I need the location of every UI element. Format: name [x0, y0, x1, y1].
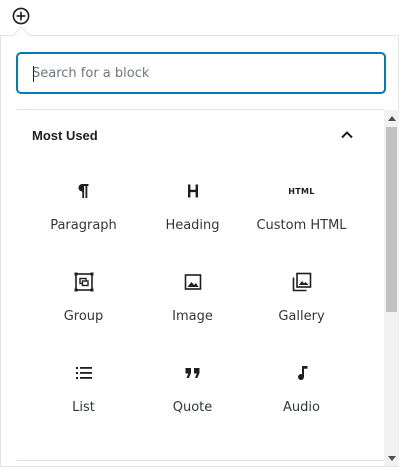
plus-circle-icon — [12, 7, 30, 25]
block-group[interactable]: Group — [29, 262, 138, 353]
block-label: Heading — [165, 218, 220, 233]
block-gallery[interactable]: Gallery — [247, 262, 356, 353]
section-title: Most Used — [32, 127, 98, 143]
block-label: Gallery — [278, 309, 325, 324]
block-paragraph[interactable]: Paragraph — [29, 171, 138, 262]
block-heading[interactable]: Heading — [138, 171, 247, 262]
block-inserter-panel: Most Used Paragraph Heading HTML — [0, 35, 399, 467]
top-bar — [0, 0, 401, 36]
group-icon — [72, 270, 96, 294]
paragraph-icon — [72, 179, 96, 203]
block-list[interactable]: List — [29, 353, 138, 444]
html-icon: HTML — [288, 179, 315, 203]
html-icon-text: HTML — [288, 186, 315, 196]
image-icon — [181, 270, 205, 294]
block-image[interactable]: Image — [138, 262, 247, 353]
audio-icon — [290, 361, 314, 385]
heading-icon — [181, 179, 205, 203]
block-grid: Paragraph Heading HTML Custom HTML Group… — [29, 171, 355, 444]
block-label: Audio — [283, 400, 320, 415]
block-quote[interactable]: Quote — [138, 353, 247, 444]
list-icon — [72, 361, 96, 385]
search-input[interactable] — [17, 53, 385, 93]
block-label: Image — [172, 309, 213, 324]
block-custom-html[interactable]: HTML Custom HTML — [247, 171, 356, 262]
block-label: List — [72, 400, 95, 415]
block-label: Group — [63, 309, 104, 324]
scrollbar[interactable] — [384, 110, 399, 466]
section-header-most-used[interactable]: Most Used — [17, 117, 367, 153]
scroll-up-icon[interactable] — [384, 110, 399, 125]
chevron-up-icon[interactable] — [335, 123, 359, 147]
scroll-down-icon[interactable] — [384, 451, 399, 466]
search-container — [17, 53, 385, 93]
scrollbar-thumb[interactable] — [386, 127, 397, 312]
divider — [17, 109, 384, 110]
block-label: Paragraph — [50, 218, 117, 233]
divider — [17, 460, 384, 461]
quote-icon — [181, 361, 205, 385]
block-label: Quote — [172, 400, 213, 415]
block-audio[interactable]: Audio — [247, 353, 356, 444]
gallery-icon — [290, 270, 314, 294]
add-block-toggle[interactable] — [11, 6, 31, 26]
text-cursor — [33, 66, 34, 82]
block-label: Custom HTML — [256, 218, 347, 233]
